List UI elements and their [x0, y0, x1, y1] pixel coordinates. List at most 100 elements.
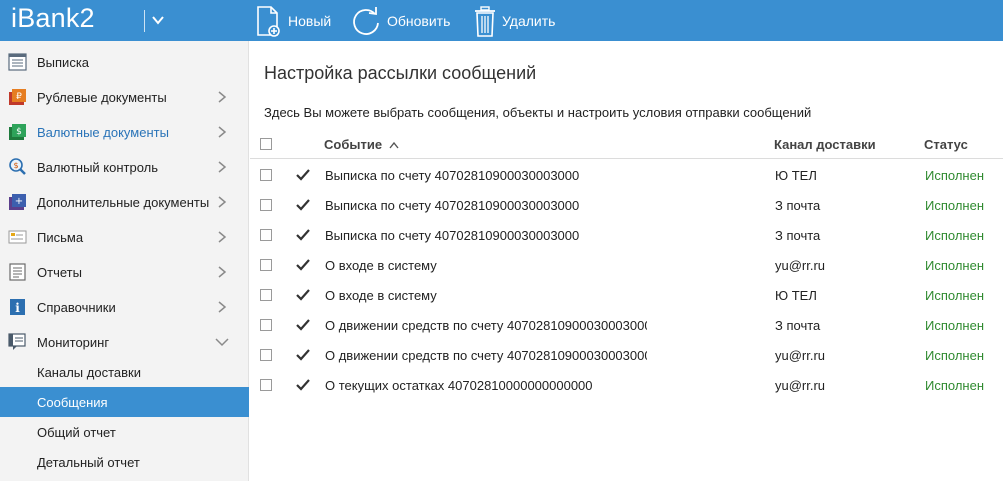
status-cell: Исполнен: [925, 168, 985, 183]
sidebar-subitem-label: Детальный отчет: [37, 455, 140, 470]
status-cell: Исполнен: [925, 378, 985, 393]
table-row[interactable]: Выписка по счету 40702810900030003000 Ю Т…: [250, 161, 1003, 191]
row-checkbox[interactable]: [260, 259, 272, 271]
event-cell: О входе в систему: [325, 288, 437, 303]
row-checkbox[interactable]: [260, 169, 272, 181]
chevron-right-icon: [218, 161, 227, 173]
app-logo[interactable]: iBank2: [11, 3, 95, 34]
sidebar-item-letters[interactable]: Письма: [0, 222, 249, 252]
svg-text:$: $: [16, 127, 22, 137]
sidebar-subitem-label: Каналы доставки: [37, 365, 141, 380]
new-button[interactable]: Новый: [256, 0, 331, 41]
checkmark-icon: [296, 289, 310, 301]
refresh-icon: [353, 6, 379, 35]
table-row[interactable]: О входе в систему yu@rr.ru Исполнен: [250, 251, 1003, 281]
column-header-status[interactable]: Статус: [924, 137, 968, 152]
channel-cell: З почта: [775, 318, 821, 333]
row-checkbox[interactable]: [260, 319, 272, 331]
refresh-button[interactable]: Обновить: [351, 0, 450, 41]
sidebar-item-additional-documents[interactable]: + Дополнительные документы: [0, 187, 249, 217]
column-header-channel[interactable]: Канал доставки: [774, 137, 876, 152]
sidebar-item-directories[interactable]: i Справочники: [0, 292, 249, 322]
monitoring-icon: [8, 333, 26, 350]
currency-control-icon: $: [9, 158, 26, 175]
sidebar-item-label: Дополнительные документы: [37, 194, 210, 210]
status-cell: Исполнен: [925, 288, 985, 303]
chevron-down-icon[interactable]: [152, 14, 164, 26]
sidebar-item-reports[interactable]: Отчеты: [0, 257, 249, 287]
table-row[interactable]: Выписка по счету 40702810900030003000 З п…: [250, 191, 1003, 221]
row-checkbox[interactable]: [260, 349, 272, 361]
select-all-checkbox[interactable]: [260, 138, 272, 150]
event-cell: О движении средств по счету 407028109000…: [325, 348, 647, 363]
checkmark-icon: [296, 319, 310, 331]
reports-icon: [9, 263, 26, 281]
sidebar-item-monitoring[interactable]: Мониторинг: [0, 327, 249, 357]
chevron-down-icon: [215, 338, 229, 347]
sidebar-subitem-messages[interactable]: Сообщения: [0, 387, 249, 417]
chevron-right-icon: [218, 301, 227, 313]
sidebar-subitem-label: Сообщения: [37, 395, 108, 410]
delete-button[interactable]: Удалить: [474, 0, 555, 41]
event-cell: О движении средств по счету 407028109000…: [325, 318, 647, 333]
sidebar-item-ruble-documents[interactable]: ₽ Рублевые документы: [0, 82, 249, 112]
row-checkbox[interactable]: [260, 199, 272, 211]
checkmark-icon: [296, 169, 310, 181]
sidebar: Выписка ₽ Рублевые документы $ Валютные …: [0, 41, 249, 481]
currency-documents-icon: $: [9, 124, 26, 140]
event-cell: О текущих остатках 40702810000000000000: [325, 378, 593, 393]
svg-text:₽: ₽: [16, 92, 22, 102]
sidebar-item-label: Отчеты: [37, 264, 82, 280]
table-row[interactable]: О движении средств по счету 407028109000…: [250, 311, 1003, 341]
sidebar-item-label: Рублевые документы: [37, 89, 167, 105]
checkmark-icon: [296, 229, 310, 241]
main-content: Настройка рассылки сообщений Здесь Вы мо…: [250, 41, 1003, 481]
table-row[interactable]: Выписка по счету 40702810900030003000 З п…: [250, 221, 1003, 251]
delete-button-label: Удалить: [502, 12, 556, 29]
sidebar-item-currency-documents[interactable]: $ Валютные документы: [0, 117, 249, 147]
sidebar-item-label: Письма: [37, 229, 84, 245]
sidebar-item-label: Мониторинг: [37, 334, 110, 350]
additional-documents-icon: +: [9, 194, 26, 210]
row-checkbox[interactable]: [260, 379, 272, 391]
status-cell: Исполнен: [925, 198, 985, 213]
svg-text:i: i: [15, 301, 20, 315]
column-header-event-label: Событие: [324, 137, 383, 152]
column-header-event[interactable]: Событие: [324, 137, 399, 152]
header-divider: [250, 158, 1003, 159]
table-row[interactable]: О входе в систему Ю ТЕЛ Исполнен: [250, 281, 1003, 311]
event-cell: О входе в систему: [325, 258, 437, 273]
channel-cell: yu@rr.ru: [775, 348, 826, 363]
chevron-right-icon: [218, 91, 227, 103]
checkmark-icon: [296, 349, 310, 361]
channel-cell: yu@rr.ru: [775, 258, 826, 273]
chevron-right-icon: [218, 126, 227, 138]
sidebar-subitem-delivery-channels[interactable]: Каналы доставки: [0, 357, 249, 387]
table-row[interactable]: О движении средств по счету 407028109000…: [250, 341, 1003, 371]
checkmark-icon: [296, 199, 310, 211]
event-cell: Выписка по счету 40702810900030003000: [325, 228, 580, 243]
row-checkbox[interactable]: [260, 289, 272, 301]
checkmark-icon: [296, 379, 310, 391]
channel-cell: З почта: [775, 198, 821, 213]
logo-divider: [144, 10, 145, 32]
svg-text:+: +: [15, 196, 23, 207]
sidebar-item-currency-control[interactable]: $ Валютный контроль: [0, 152, 249, 182]
row-checkbox[interactable]: [260, 229, 272, 241]
statement-icon: [8, 53, 27, 71]
channel-cell: Ю ТЕЛ: [775, 288, 817, 303]
directories-icon: i: [10, 299, 25, 315]
sort-ascending-icon: [389, 141, 399, 149]
letters-icon: [8, 230, 27, 244]
table-row[interactable]: О текущих остатках 40702810000000000000 y…: [250, 371, 1003, 401]
sidebar-item-statement[interactable]: Выписка: [0, 47, 249, 77]
sidebar-subitem-detailed-report[interactable]: Детальный отчет: [0, 447, 249, 477]
sidebar-subitem-general-report[interactable]: Общий отчет: [0, 417, 249, 447]
event-cell: Выписка по счету 40702810900030003000: [325, 198, 580, 213]
refresh-button-label: Обновить: [387, 12, 451, 29]
new-button-label: Новый: [288, 12, 332, 29]
channel-cell: З почта: [775, 228, 821, 243]
new-document-icon: [257, 5, 280, 37]
sidebar-item-label: Валютные документы: [37, 124, 169, 140]
sidebar-subitem-label: Общий отчет: [37, 425, 116, 440]
